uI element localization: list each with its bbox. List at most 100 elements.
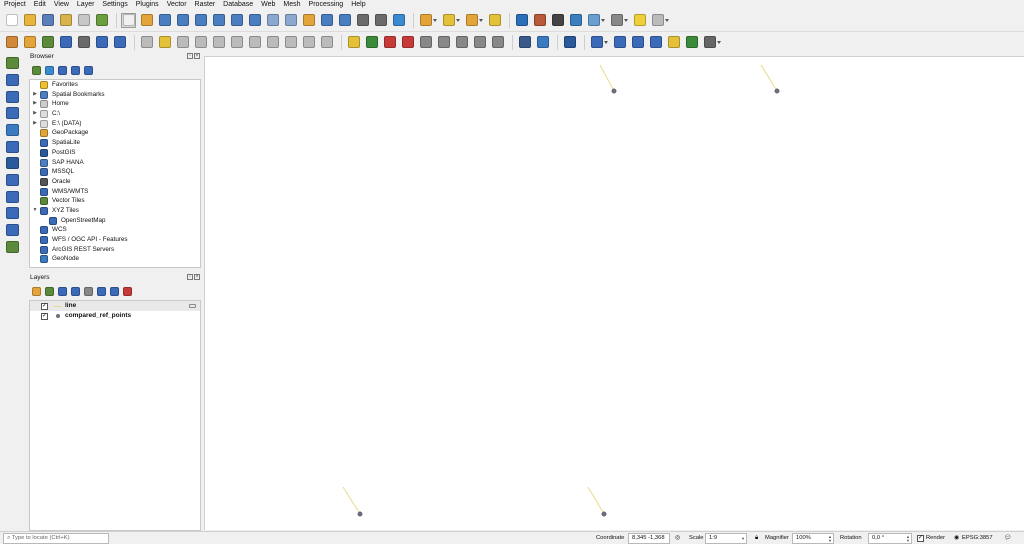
diagram-button[interactable] bbox=[490, 35, 505, 50]
messages-icon[interactable]: 💬︎ bbox=[1004, 533, 1011, 544]
expand-all-button[interactable] bbox=[96, 286, 106, 296]
filter-expression-button[interactable] bbox=[83, 286, 93, 296]
refresh-button[interactable] bbox=[44, 65, 54, 75]
menu-help[interactable]: Help bbox=[347, 0, 369, 10]
expand-arrow-icon[interactable]: ▶ bbox=[32, 109, 38, 119]
open-project-button[interactable] bbox=[22, 13, 37, 28]
vertex-tool-button[interactable] bbox=[211, 35, 226, 50]
new-temporary-layer-button[interactable] bbox=[76, 35, 91, 50]
pan-button[interactable] bbox=[121, 12, 136, 28]
map-annotation-button[interactable] bbox=[612, 35, 627, 50]
new-mesh-layer-button[interactable] bbox=[112, 35, 127, 50]
print-layout-button[interactable] bbox=[76, 13, 91, 28]
coordinate-field[interactable]: 8,345 -1,368 bbox=[628, 533, 670, 544]
browser-item[interactable]: GeoPackage bbox=[30, 128, 200, 138]
filter-browser-button[interactable] bbox=[57, 65, 67, 75]
globe-plugin-button[interactable] bbox=[517, 35, 532, 50]
browser-item[interactable]: SAP HANA bbox=[30, 158, 200, 168]
menu-database[interactable]: Database bbox=[219, 0, 257, 10]
processing-toolbox-button[interactable] bbox=[568, 13, 583, 28]
temporal-controller-button[interactable] bbox=[373, 13, 388, 28]
float-panel-icon[interactable]: ▫ bbox=[187, 53, 193, 59]
new-virtual-layer-button[interactable] bbox=[4, 240, 20, 254]
add-postgis-button[interactable] bbox=[4, 157, 20, 171]
browser-item[interactable]: Favorites bbox=[30, 80, 200, 90]
browser-item[interactable]: ▶ C:\ bbox=[30, 109, 200, 119]
locate-input[interactable]: ⌕ Type to locate (Ctrl+K) bbox=[3, 533, 109, 544]
identify-select-button[interactable] bbox=[418, 13, 438, 28]
browser-item[interactable]: WMS/WMTS bbox=[30, 187, 200, 197]
zoom-out-button[interactable] bbox=[175, 13, 190, 28]
filter-legend-button[interactable] bbox=[70, 286, 80, 296]
toggle-editing-button[interactable] bbox=[157, 35, 172, 50]
new-project-button[interactable] bbox=[4, 13, 19, 28]
measure-button[interactable] bbox=[609, 13, 629, 28]
browser-item[interactable]: ▶ Home bbox=[30, 99, 200, 109]
line-feature[interactable] bbox=[599, 64, 615, 92]
menu-layer[interactable]: Layer bbox=[73, 0, 99, 10]
line-feature[interactable] bbox=[760, 64, 778, 92]
lock-scale-icon[interactable]: 🔒︎ bbox=[755, 533, 758, 544]
browser-item[interactable]: ▼ XYZ Tiles bbox=[30, 206, 200, 216]
add-group-button[interactable] bbox=[44, 286, 54, 296]
float-panel-icon[interactable]: ▫ bbox=[187, 274, 193, 280]
highlight-labels-button[interactable] bbox=[382, 35, 397, 50]
add-wcs-button[interactable] bbox=[4, 207, 20, 221]
layer-item-line[interactable]: ✓ line bbox=[30, 301, 200, 311]
label-tool-button[interactable] bbox=[346, 35, 361, 50]
expand-arrow-icon[interactable]: ▶ bbox=[32, 90, 38, 100]
copy-features-button[interactable] bbox=[265, 35, 280, 50]
new-spatialite-layer-button[interactable] bbox=[58, 35, 73, 50]
layer-visibility-checkbox[interactable]: ✓ bbox=[41, 312, 48, 320]
data-source-manager-button[interactable] bbox=[4, 35, 19, 50]
add-wms-button[interactable] bbox=[4, 173, 20, 187]
crs-button[interactable]: EPSG:3857 bbox=[962, 533, 993, 544]
browser-item[interactable]: WCS bbox=[30, 225, 200, 235]
browser-item[interactable]: Vector Tiles bbox=[30, 196, 200, 206]
help-button[interactable] bbox=[562, 35, 577, 50]
close-panel-icon[interactable]: × bbox=[194, 53, 200, 59]
zoom-selection-button[interactable] bbox=[211, 13, 226, 28]
zoom-layer-button[interactable] bbox=[229, 13, 244, 28]
zoom-native-button[interactable] bbox=[247, 13, 262, 28]
expand-arrow-icon[interactable]: ▶ bbox=[32, 99, 38, 109]
ref-point-feature[interactable] bbox=[601, 511, 607, 517]
delete-selected-button[interactable] bbox=[229, 35, 244, 50]
new-geopackage-layer-button[interactable] bbox=[22, 35, 37, 50]
identify-button[interactable] bbox=[514, 13, 529, 28]
refresh-button[interactable] bbox=[391, 13, 406, 28]
select-features-button[interactable] bbox=[441, 13, 461, 28]
layer-item-compared_ref_points[interactable]: ✓ compared_ref_points bbox=[30, 311, 200, 321]
style-manager-button[interactable] bbox=[94, 13, 109, 28]
current-edits-button[interactable] bbox=[139, 35, 154, 50]
map-canvas[interactable] bbox=[204, 56, 1024, 530]
open-field-calculator-button[interactable] bbox=[532, 13, 547, 28]
toggle-extents-icon[interactable]: ◎ bbox=[675, 533, 680, 544]
menu-project[interactable]: Project bbox=[0, 0, 30, 10]
add-vector-layer-button[interactable] bbox=[4, 57, 20, 71]
zoom-full-button[interactable] bbox=[193, 13, 208, 28]
add-wfs-button[interactable] bbox=[4, 190, 20, 204]
rotation-spinbox[interactable]: 0,0 ° ▲ ▼ bbox=[868, 533, 912, 544]
add-mesh-layer-button[interactable] bbox=[4, 90, 20, 104]
layer-visibility-checkbox[interactable]: ✓ bbox=[41, 302, 48, 310]
show-hide-labels-button[interactable] bbox=[400, 35, 415, 50]
browser-item[interactable]: OpenStreetMap bbox=[30, 216, 200, 226]
deselect-button[interactable] bbox=[464, 13, 484, 28]
add-raster-layer-button[interactable] bbox=[4, 73, 20, 87]
open-layer-styling-button[interactable] bbox=[31, 286, 41, 296]
map-tips-button[interactable] bbox=[632, 13, 647, 28]
menu-edit[interactable]: Edit bbox=[30, 0, 50, 10]
paste-features-button[interactable] bbox=[283, 35, 298, 50]
zoom-next-button[interactable] bbox=[283, 13, 298, 28]
add-geopackage-button[interactable] bbox=[4, 123, 20, 137]
menu-raster[interactable]: Raster bbox=[191, 0, 220, 10]
remove-layer-button[interactable] bbox=[122, 286, 132, 296]
browser-item[interactable]: GeoNode bbox=[30, 254, 200, 264]
undo-button[interactable] bbox=[301, 35, 316, 50]
save-as-button[interactable] bbox=[58, 13, 73, 28]
menu-settings[interactable]: Settings bbox=[98, 0, 131, 10]
line-feature[interactable] bbox=[587, 486, 605, 515]
add-arcgis-button[interactable] bbox=[4, 223, 20, 237]
move-label-button[interactable] bbox=[418, 35, 433, 50]
